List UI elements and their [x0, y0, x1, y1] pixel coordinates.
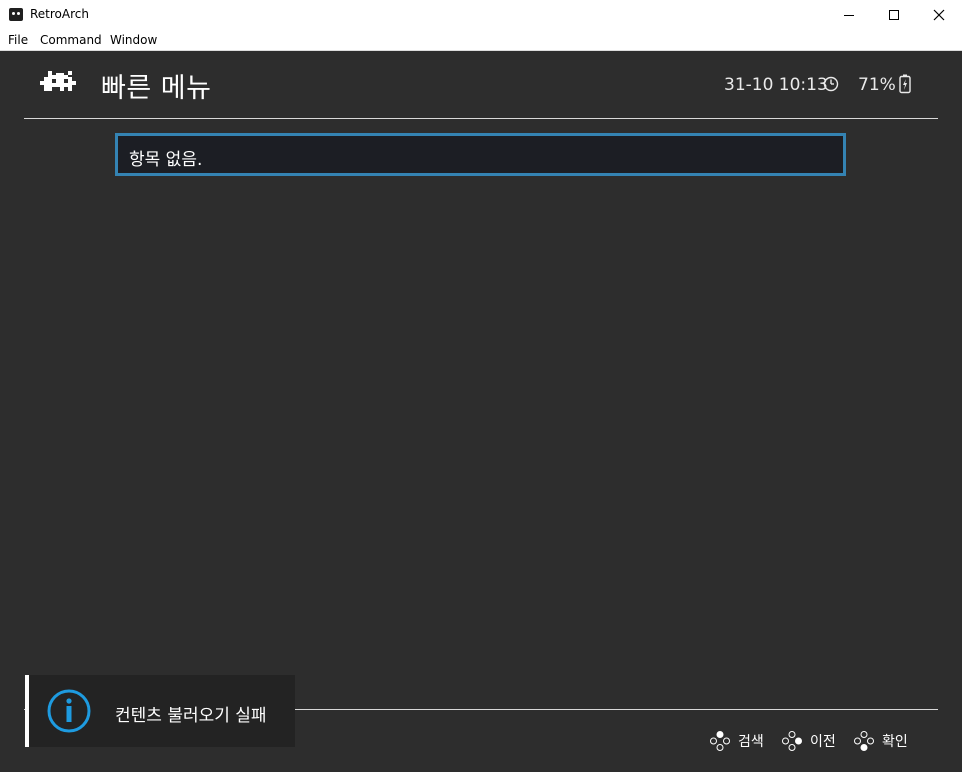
footer-hint-label: 검색 [738, 734, 764, 750]
minimize-icon [843, 15, 854, 16]
gamepad-button-icon [782, 731, 802, 751]
footer-hint-label: 이전 [810, 734, 836, 750]
close-icon [933, 9, 944, 21]
window-title: RetroArch [30, 7, 89, 21]
retroarch-client-area: 빠른 메뉴 31-10 10:13 71% 항목 없음. 검색 이전 확인 컨텐… [0, 51, 962, 772]
notification-message: 컨텐츠 불러오기 실패 [115, 706, 267, 726]
header-divider [24, 118, 938, 119]
notification-toast: 컨텐츠 불러오기 실패 [25, 675, 295, 747]
window-titlebar: RetroArch [0, 0, 962, 30]
menu-window[interactable]: Window [110, 33, 157, 47]
menu-file[interactable]: File [8, 33, 28, 47]
retroarch-invader-logo [40, 71, 76, 91]
close-button[interactable] [916, 0, 961, 30]
footer-hint-back[interactable]: 이전 [782, 731, 836, 751]
menu-entry-selected[interactable]: 항목 없음. [115, 133, 846, 176]
footer-hint-label: 확인 [882, 734, 908, 750]
menubar: File Command Window [0, 30, 962, 51]
battery-percent: 71% [858, 75, 896, 95]
clock-datetime: 31-10 10:13 [724, 75, 828, 95]
footer-hint-ok[interactable]: 확인 [854, 731, 908, 751]
menu-command[interactable]: Command [40, 33, 102, 47]
gamepad-button-icon [854, 731, 874, 751]
page-title: 빠른 메뉴 [101, 73, 212, 104]
battery-charging-icon [899, 74, 911, 94]
maximize-button[interactable] [871, 0, 916, 30]
clock-icon [823, 76, 839, 92]
footer-hint-search[interactable]: 검색 [710, 731, 764, 751]
minimize-button[interactable] [826, 0, 871, 30]
info-icon [47, 689, 91, 733]
retroarch-app-icon [9, 8, 23, 21]
maximize-icon [888, 10, 899, 20]
gamepad-button-icon [710, 731, 730, 751]
empty-list-message: 항목 없음. [129, 150, 203, 170]
